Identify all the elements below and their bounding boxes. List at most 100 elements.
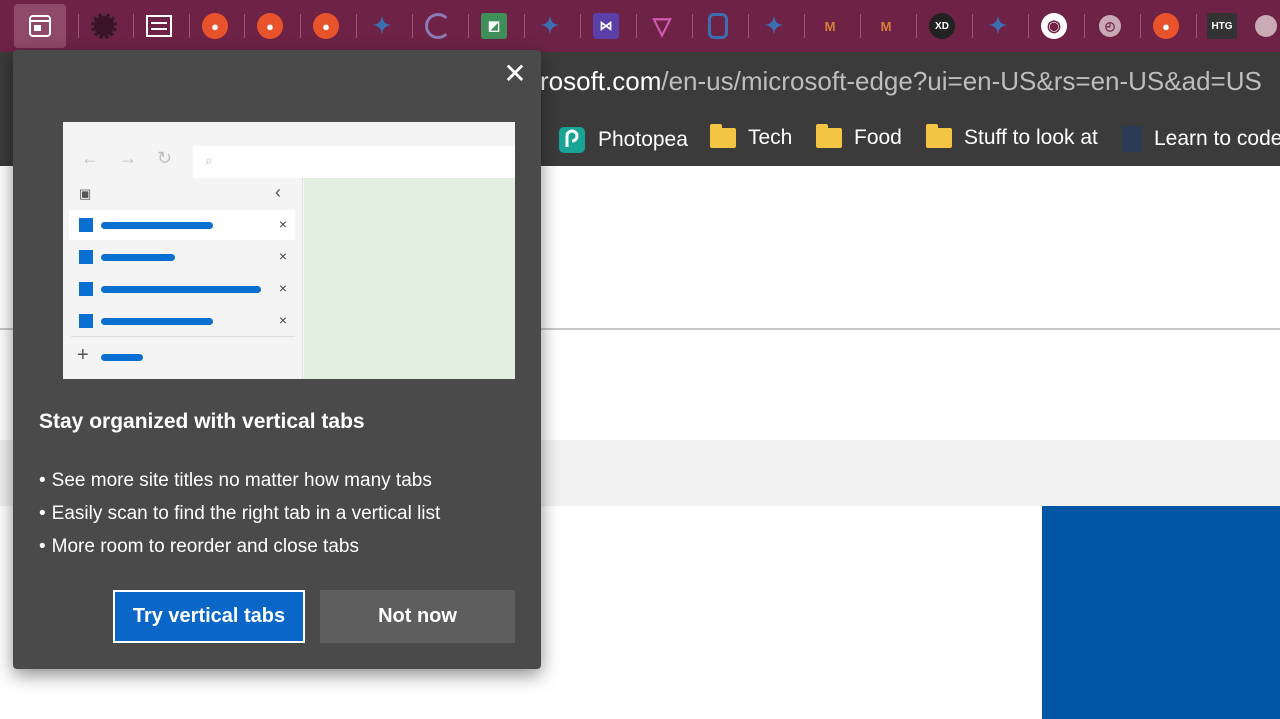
page-blue-block (1042, 506, 1280, 719)
gear-favicon-icon (91, 13, 117, 39)
search-icon: ⌕ (205, 152, 213, 168)
collapse-chevron-icon: ‹ (275, 182, 281, 202)
favorite-learn-to-code[interactable]: Learn to code (1122, 126, 1280, 152)
illustration-address-box: ⌕ (193, 146, 515, 178)
favorite-folder-stuff[interactable]: Stuff to look at (926, 124, 1098, 150)
reddit-favicon-icon: ● (313, 13, 339, 39)
tab-5[interactable]: ● (300, 4, 352, 48)
illustration-favicon (79, 218, 93, 232)
m-favicon-icon: M (824, 18, 836, 34)
m-favicon-icon: M (880, 18, 892, 34)
twitter-favicon-icon: ✦ (764, 13, 784, 38)
tab-4[interactable]: ● (244, 4, 296, 48)
tab-20[interactable]: ● (1140, 4, 1192, 48)
illustration-page-content (304, 178, 515, 379)
favorite-label: Photopea (598, 128, 688, 151)
tab-13[interactable]: ✦ (748, 4, 800, 48)
clock-favicon-icon: ◴ (1099, 15, 1121, 37)
xd-favicon-icon: XD (929, 13, 955, 39)
tab-2[interactable] (133, 4, 185, 48)
tab-17[interactable]: ✦ (972, 4, 1024, 48)
tab-actions-icon: ▣ (79, 186, 92, 201)
illustration-close-icon: × (278, 280, 287, 296)
folder-icon (816, 124, 842, 148)
reddit-favicon-icon: ● (202, 13, 228, 39)
illustration-tab-row: × (69, 274, 295, 304)
tab-3[interactable]: ● (189, 4, 241, 48)
page-icon (1122, 126, 1142, 152)
illustration-tab-title (101, 318, 213, 325)
favorite-folder-food[interactable]: Food (816, 124, 902, 150)
feature-item: More room to reorder and close tabs (39, 536, 440, 569)
illustration-favicon (79, 250, 93, 264)
refresh-favicon-icon (425, 13, 451, 39)
reddit-favicon-icon: ● (1153, 13, 1179, 39)
illustration-divider (71, 336, 295, 337)
twitter-favicon-icon: ✦ (988, 13, 1008, 38)
favorite-label: Food (854, 126, 902, 149)
tab-6[interactable]: ✦ (356, 4, 408, 48)
maps-favicon-icon: ◩ (481, 13, 507, 39)
forward-arrow-icon: → (119, 148, 137, 168)
try-vertical-tabs-button[interactable]: Try vertical tabs (113, 590, 305, 643)
github-favicon-icon: ◉ (1041, 13, 1067, 39)
triangle-favicon-icon: ▽ (652, 12, 672, 40)
illustration-close-icon: × (278, 216, 287, 232)
tab-7[interactable] (412, 4, 464, 48)
visual-studio-favicon-icon: ⋈ (593, 13, 619, 39)
illustration-tab-row: × (69, 242, 295, 272)
feature-item: Easily scan to find the right tab in a v… (39, 503, 441, 536)
twitter-favicon-icon: ✦ (372, 13, 392, 38)
tab-strip: ● ● ● ✦ ◩ ✦ ⋈ ▽ ✦ M M XD ✦ ◉ ◴ ● HTG (0, 0, 1280, 52)
vertical-tabs-illustration: ← → ↻ ⌕ ▣ ‹ × × × × + (63, 122, 515, 379)
media-favicon-icon (146, 15, 172, 37)
feature-item: See more site titles no matter how many … (39, 470, 440, 503)
illustration-tab-title (101, 254, 175, 261)
url-path: /en-us/microsoft-edge?ui=en-US&rs=en-US&… (661, 66, 1262, 96)
refresh-icon: ↻ (157, 148, 173, 168)
illustration-close-icon: × (278, 248, 287, 264)
back-arrow-icon: ← (81, 148, 99, 168)
illustration-tab-row: × (69, 210, 295, 240)
favorite-folder-tech[interactable]: Tech (710, 124, 793, 150)
tab-8[interactable]: ◩ (468, 4, 520, 48)
popup-title: Stay organized with vertical tabs (39, 410, 365, 433)
tab-9[interactable]: ✦ (524, 4, 576, 48)
url-domain: rosoft.com (540, 66, 662, 96)
vertical-tabs-button[interactable] (14, 4, 66, 48)
tab-22[interactable] (1252, 4, 1280, 48)
tab-10[interactable]: ⋈ (580, 4, 632, 48)
favorite-photopea[interactable]: Photopea (558, 126, 688, 154)
tab-16[interactable]: XD (916, 4, 968, 48)
not-now-button[interactable]: Not now (320, 590, 515, 643)
tab-18[interactable]: ◉ (1028, 4, 1080, 48)
vertical-tabs-popup: ✕ ← → ↻ ⌕ ▣ ‹ × × × × + Stay organized w… (13, 50, 541, 669)
illustration-tab-title (101, 286, 261, 293)
vertical-tabs-icon (29, 15, 51, 37)
new-tab-plus-icon: + (77, 344, 89, 366)
illustration-favicon (79, 314, 93, 328)
tab-21[interactable]: HTG (1196, 4, 1248, 48)
illustration-toolbar: ← → ↻ ⌕ (63, 122, 515, 178)
reddit-favicon-icon: ● (257, 13, 283, 39)
tab-19[interactable]: ◴ (1084, 4, 1136, 48)
address-bar[interactable]: rosoft.com/en-us/microsoft-edge?ui=en-US… (540, 66, 1262, 97)
favorite-label: Tech (748, 126, 793, 149)
partial-favicon-icon (1255, 15, 1277, 37)
htg-favicon-icon: HTG (1207, 13, 1237, 39)
illustration-tab-row: × (69, 306, 295, 336)
folder-icon (926, 124, 952, 148)
bitwarden-favicon-icon (708, 13, 728, 39)
close-icon[interactable]: ✕ (501, 60, 529, 88)
illustration-new-tab-bar (101, 354, 143, 361)
folder-icon (710, 124, 736, 148)
tab-1[interactable] (78, 4, 130, 48)
photopea-icon (559, 127, 585, 153)
tab-14[interactable]: M (804, 4, 856, 48)
tab-12[interactable] (692, 4, 744, 48)
feature-list: See more site titles no matter how many … (39, 470, 441, 569)
favorite-label: Stuff to look at (964, 126, 1098, 149)
tab-11[interactable]: ▽ (636, 4, 688, 48)
tab-15[interactable]: M (860, 4, 912, 48)
illustration-sidebar: ▣ ‹ × × × × + (63, 178, 303, 379)
